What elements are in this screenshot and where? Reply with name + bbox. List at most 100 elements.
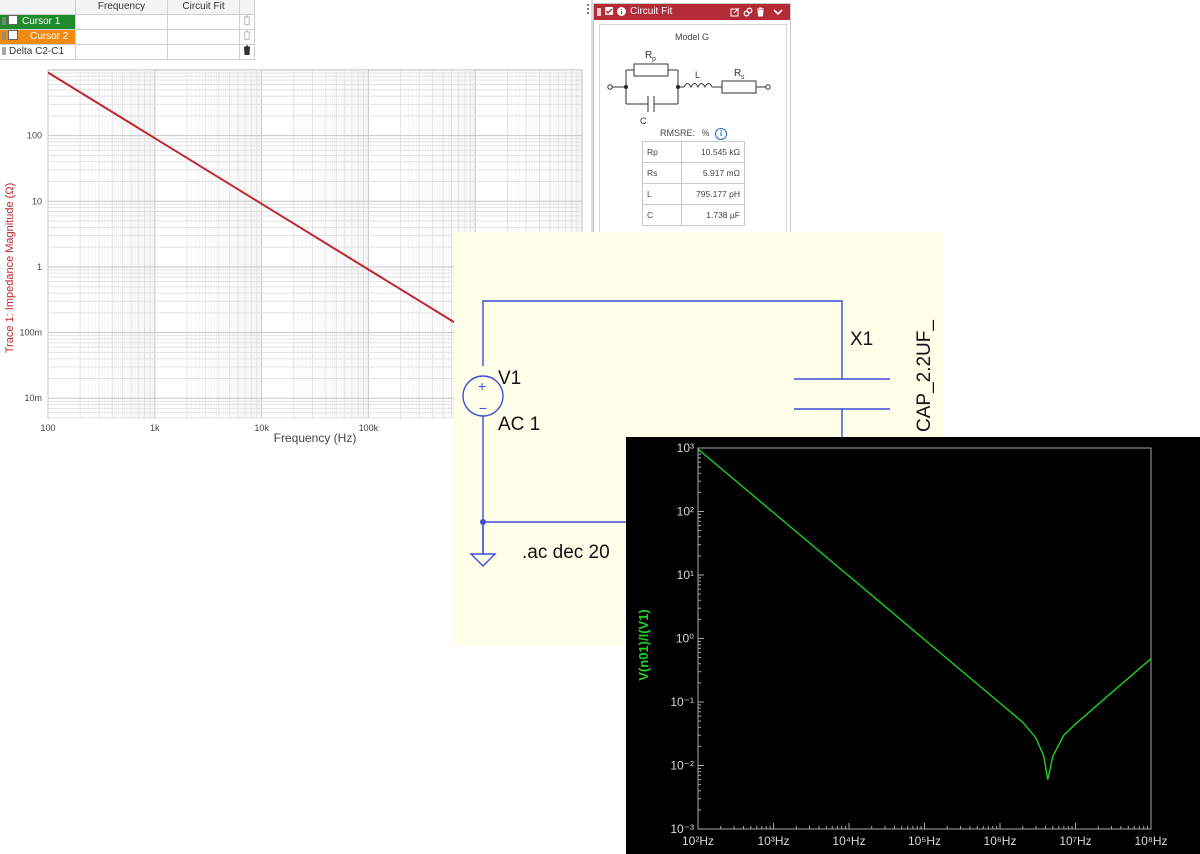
cursor-2-checkbox[interactable]	[8, 30, 18, 40]
table-row: L 795.177 pH	[642, 183, 745, 205]
cursor-2-label: Cursor 2	[30, 31, 69, 42]
param-value[interactable]: 10.545 kΩ	[681, 141, 745, 163]
x-tick-label: 10⁶Hz	[984, 834, 1017, 848]
drag-handle-icon[interactable]	[2, 17, 6, 25]
waveform-plot-frame[interactable]	[697, 447, 1152, 830]
trash-icon[interactable]	[243, 30, 251, 40]
rmsre-info-icon[interactable]: i	[715, 128, 728, 140]
trash-icon[interactable]	[243, 45, 251, 55]
fit-parameters-table: Rp 10.545 kΩ Rs 5.917 mΩ L 795.177 pH C …	[642, 141, 745, 226]
circuit-fit-column-header[interactable]: Circuit Fit	[168, 0, 240, 15]
y-tick-label: 10⁻¹	[670, 695, 694, 709]
frequency-column-header[interactable]: Frequency	[76, 0, 168, 15]
plus-icon: +	[478, 378, 486, 394]
trash-icon[interactable]	[243, 15, 251, 25]
x-tick-label: 100k	[359, 423, 379, 433]
rmsre-label: RMSRE:	[660, 128, 696, 138]
y-tick-label: 100m	[19, 328, 42, 338]
cursor-2-delete[interactable]	[240, 30, 255, 45]
x-tick-label: 100	[40, 423, 55, 433]
l-label: L	[695, 70, 700, 80]
ltspice-waveform: 10²Hz 10³Hz 10⁴Hz 10⁵Hz 10⁶Hz 10⁷Hz 10⁸Hz 10⁻³ 1…	[626, 437, 1200, 854]
simulation-directive[interactable]: .ac dec 20	[522, 542, 610, 563]
y-tick-label: 10²	[677, 505, 694, 519]
cursor-2-frequency-cell[interactable]	[76, 30, 168, 45]
circuit-diagram: R p L R s C	[607, 50, 771, 126]
chevron-down-icon[interactable]	[773, 8, 783, 16]
cursor-2-row-label[interactable]: Cursor 2	[0, 30, 76, 45]
param-value[interactable]: 1.738 µF	[681, 204, 745, 226]
cursor-1-row-label[interactable]: Cursor 1	[0, 15, 76, 30]
delta-label: Delta C2-C1	[9, 46, 65, 57]
table-row: C 1.738 µF	[642, 204, 745, 226]
param-value[interactable]: 5.917 mΩ	[681, 162, 745, 184]
model-name: Model G	[674, 32, 709, 42]
rs-subscript: s	[741, 74, 745, 81]
cursor-table: Frequency Circuit Fit Cursor 1 Cursor 2 …	[0, 0, 255, 62]
component-value[interactable]: CAP_2.2UF_	[914, 320, 935, 432]
link-icon[interactable]	[743, 7, 753, 17]
param-name: L	[642, 183, 682, 205]
table-row: Rs 5.917 mΩ	[642, 162, 745, 184]
y-tick-label: 10	[32, 196, 42, 206]
x-tick-label: 10⁷Hz	[1059, 834, 1091, 848]
drag-handle-icon[interactable]	[597, 8, 601, 16]
x-tick-label: 10⁴Hz	[832, 834, 865, 848]
info-icon[interactable]	[617, 7, 626, 16]
cursor-1-delete[interactable]	[240, 15, 255, 30]
ground-icon	[469, 553, 497, 567]
x-tick-label: 10⁵Hz	[908, 834, 941, 848]
component-name[interactable]: X1	[850, 329, 873, 350]
waveform-trace	[697, 448, 1152, 780]
cursor-2-fit-cell[interactable]	[168, 30, 240, 45]
cursor-1-frequency-cell[interactable]	[76, 15, 168, 30]
circuit-fit-title: Circuit Fit	[630, 6, 673, 17]
circuit-fit-panel: Circuit Fit Model G R p L R s C RMSRE: %…	[593, 3, 791, 236]
y-tick-label: 10¹	[677, 568, 694, 582]
y-tick-label: 10m	[24, 393, 42, 403]
minus-icon: −	[479, 400, 487, 416]
param-name: Rp	[642, 141, 682, 163]
drag-handle-icon[interactable]	[2, 32, 6, 40]
delta-row-label[interactable]: Delta C2-C1	[0, 45, 76, 60]
x-tick-label: 10³Hz	[757, 834, 789, 848]
source-value[interactable]: AC 1	[498, 414, 540, 435]
x-tick-label: 10²Hz	[682, 834, 714, 848]
cursor-1-checkbox[interactable]	[8, 15, 18, 25]
y-tick-label: 10⁻³	[670, 822, 694, 836]
delta-delete[interactable]	[240, 45, 255, 60]
y-tick-label: 10⁰	[676, 632, 694, 646]
x-tick-label: 10⁸Hz	[1134, 834, 1167, 848]
top-wire[interactable]	[482, 300, 843, 379]
junction-dot	[480, 519, 486, 525]
delete-icon[interactable]	[756, 7, 765, 17]
x-tick-label: 1k	[150, 423, 160, 433]
rmsre-row: RMSRE: % i	[660, 128, 728, 140]
waveform-ticks: 10²Hz 10³Hz 10⁴Hz 10⁵Hz 10⁶Hz 10⁷Hz 10⁸Hz 10⁻³ 1…	[670, 441, 1167, 848]
y-tick-label: 100	[27, 131, 42, 141]
rp-subscript: p	[652, 56, 656, 63]
waveform-trace-label[interactable]: V(n01)/I(V1)	[636, 609, 651, 681]
delta-frequency-cell[interactable]	[76, 45, 168, 60]
cursor-header-blank	[0, 0, 76, 15]
impedance-y-axis-label: Trace 1: Impedance Magnitude (Ω)	[4, 183, 16, 353]
cursor-1-fit-cell[interactable]	[168, 15, 240, 30]
impedance-x-axis-label: Frequency (Hz)	[274, 431, 357, 445]
c-label: C	[640, 116, 647, 126]
enable-checkbox[interactable]	[605, 7, 613, 15]
source-name[interactable]: V1	[498, 368, 521, 389]
y-tick-label: 10⁻²	[670, 759, 694, 773]
edit-icon[interactable]	[730, 7, 740, 17]
cursor-1-label: Cursor 1	[22, 16, 61, 27]
y-tick-label: 1	[37, 262, 42, 272]
table-row: Rp 10.545 kΩ	[642, 141, 745, 163]
x-tick-label: 10k	[254, 423, 269, 433]
param-name: Rs	[642, 162, 682, 184]
rmsre-unit: %	[701, 128, 710, 138]
delta-fit-cell[interactable]	[168, 45, 240, 60]
circuit-fit-titlebar[interactable]: Circuit Fit	[594, 4, 790, 20]
param-value[interactable]: 795.177 pH	[681, 183, 745, 205]
y-tick-label: 10³	[677, 441, 694, 455]
header-corner	[240, 0, 255, 15]
param-name: C	[642, 204, 682, 226]
